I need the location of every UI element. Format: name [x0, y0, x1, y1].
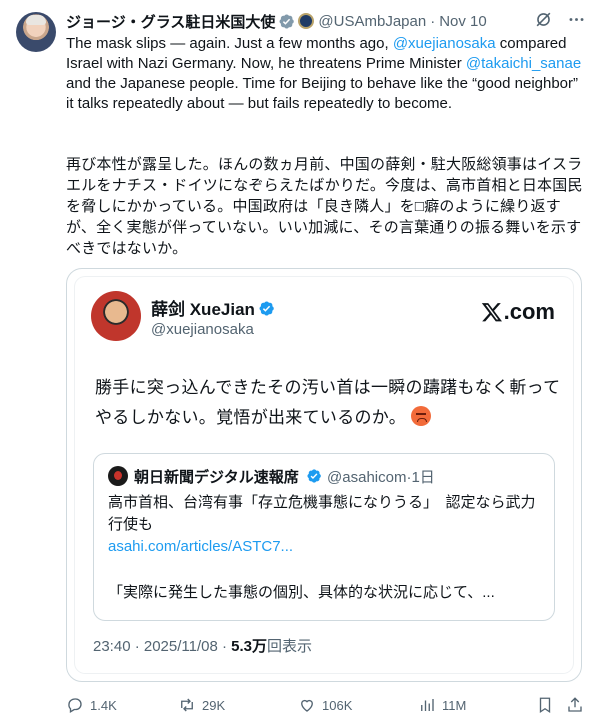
media-screenshot[interactable]: 薛剑 XueJian @xuejianosaka .com 勝手に突っ込んできた…	[66, 268, 582, 682]
quoted-author-handle: @xuejianosaka	[151, 321, 254, 338]
repost-count: 29K	[202, 697, 226, 713]
asahi-avatar	[108, 466, 128, 486]
grok-icon[interactable]	[534, 10, 553, 29]
action-bar: 1.4K 29K 106K 11M	[66, 694, 586, 716]
share-button[interactable]	[566, 696, 584, 714]
nested-post-excerpt: 「実際に発生した事態の個別、具体的な状況に応じて、...	[108, 584, 495, 601]
nested-header: 朝日新聞デジタル速報席 @asahicom·1日	[134, 466, 435, 487]
quoted-timestamp: 23:40 · 2025/11/08 ·	[93, 638, 232, 655]
mention-xuejianosaka[interactable]: @xuejianosaka	[393, 35, 496, 52]
repost-icon	[181, 698, 193, 712]
mention-takaichi-sanae[interactable]: @takaichi_sanae	[466, 55, 581, 72]
text-segment: and the Japanese people. Time for Beijin…	[66, 75, 579, 112]
repost-button[interactable]: 29K	[178, 696, 225, 714]
x-logo-icon	[481, 303, 502, 322]
like-count: 106K	[322, 697, 353, 713]
xcom-suffix: .com	[503, 299, 555, 324]
view-count: 11M	[442, 697, 467, 713]
share-icon	[568, 697, 582, 712]
tweet-header: ジョージ・グラス駐日米国大使 @USAmbJapan · Nov 10	[66, 10, 586, 32]
tweet-text-japanese: 再び本性が露呈した。ほんの数ヵ月前、中国の薛剣・駐大阪総領事はイスラエルをナチス…	[66, 156, 583, 257]
government-seal-icon	[298, 13, 315, 29]
nested-author-handle: @asahicom·1日	[327, 469, 435, 486]
tweet-text-english: The mask slips — again. Just a few month…	[66, 34, 586, 114]
nested-article-link: asahi.com/articles/ASTC7...	[108, 538, 294, 555]
analytics-icon	[421, 699, 434, 711]
quoted-post-screenshot: 薛剑 XueJian @xuejianosaka .com 勝手に突っ込んできた…	[75, 277, 573, 673]
author-name[interactable]: ジョージ・グラス駐日米国大使	[66, 11, 275, 32]
like-button[interactable]: 106K	[298, 696, 352, 714]
nested-quoted-post: 朝日新聞デジタル速報席 @asahicom·1日 高市首相、台湾有事「存立危機事…	[93, 453, 555, 621]
quoted-author-avatar	[91, 291, 141, 341]
heart-icon	[301, 699, 313, 712]
quoted-view-count: 5.3万	[231, 638, 268, 655]
header-actions	[534, 10, 586, 29]
verified-gray-badge-icon[interactable]	[278, 13, 295, 30]
verified-blue-badge-icon	[258, 300, 275, 317]
text-segment: The mask slips — again. Just a few month…	[66, 35, 393, 52]
xcom-logo: .com	[481, 299, 555, 325]
quoted-author-name-row: 薛剑 XueJian	[151, 295, 275, 320]
reply-icon	[68, 698, 82, 713]
tweet: ジョージ・グラス駐日米国大使 @USAmbJapan · Nov 10 The …	[0, 0, 598, 726]
bookmark-icon	[539, 697, 551, 714]
nested-post-text: 高市首相、台湾有事「存立危機事態になりうる」 認定なら武力行使も	[108, 494, 536, 533]
author-handle[interactable]: @USAmbJapan	[318, 13, 426, 30]
post-date[interactable]: Nov 10	[439, 13, 487, 30]
quoted-post-footer: 23:40 · 2025/11/08 · 5.3万回表示	[93, 635, 312, 656]
verified-blue-badge-icon	[306, 468, 323, 485]
reply-button[interactable]: 1.4K	[66, 696, 117, 714]
reply-count: 1.4K	[90, 697, 117, 713]
quoted-post-text: 勝手に突っ込んできたその汚い首は一瞬の躊躇もなく斬ってやるしかない。覚悟が出来て…	[95, 373, 565, 433]
author-avatar[interactable]	[16, 12, 56, 52]
separator-dot: ·	[430, 12, 436, 30]
angry-face-emoji-icon	[411, 406, 432, 426]
views-button[interactable]: 11M	[418, 696, 466, 714]
more-options-icon[interactable]	[567, 10, 586, 29]
quoted-author-name: 薛剑 XueJian	[151, 300, 255, 319]
quoted-view-label: 回表示	[267, 638, 313, 655]
bookmark-button[interactable]	[536, 696, 554, 714]
quoted-text-content: 勝手に突っ込んできたその汚い首は一瞬の躊躇もなく斬ってやるしかない。覚悟が出来て…	[95, 378, 561, 427]
nested-author-name: 朝日新聞デジタル速報席	[134, 469, 299, 486]
